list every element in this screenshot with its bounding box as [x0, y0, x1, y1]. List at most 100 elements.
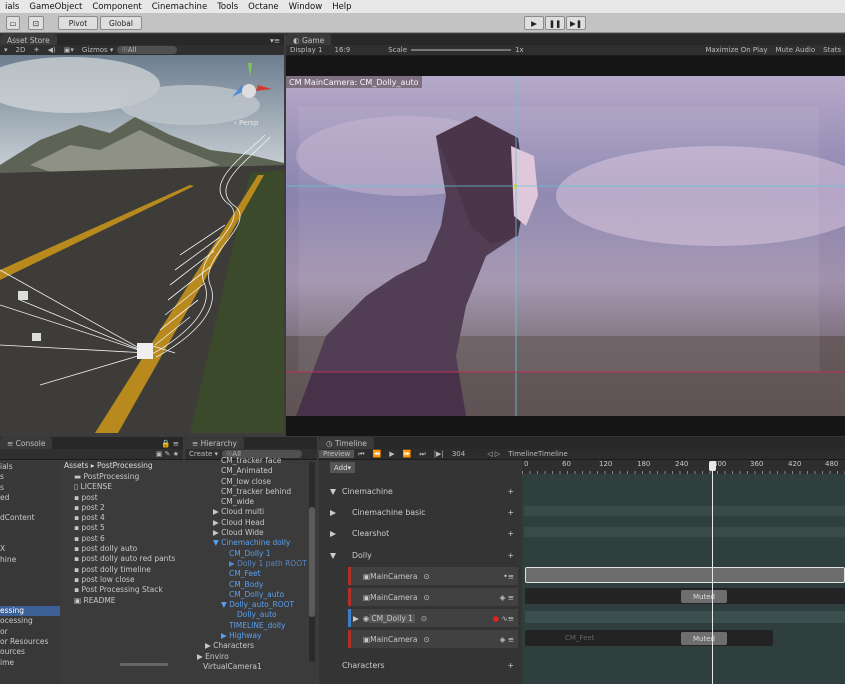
- tab-hierarchy[interactable]: ≡ Hierarchy: [185, 437, 244, 449]
- gizmos-dropdown[interactable]: Gizmos ▾: [78, 46, 118, 54]
- menu-item-cinemachine[interactable]: Cinemachine: [147, 2, 212, 12]
- menu-item-help[interactable]: Help: [327, 2, 356, 12]
- mute-icon[interactable]: ◈ ≡: [500, 635, 518, 644]
- folder-item[interactable]: dContent: [0, 513, 60, 523]
- hierarchy-item[interactable]: CM_Feet: [195, 569, 313, 579]
- expand-arrow-icon[interactable]: ▶: [353, 614, 359, 623]
- hierarchy-item[interactable]: ▶ Cloud multi: [195, 507, 313, 517]
- folder-item[interactable]: hine: [0, 555, 60, 565]
- collapse-arrow-icon[interactable]: ▼: [330, 487, 342, 496]
- asset-item[interactable]: ▪ post 4: [74, 513, 182, 523]
- hierarchy-item[interactable]: ▶ Enviro: [195, 652, 313, 662]
- lighting-icon[interactable]: ☀: [29, 46, 43, 54]
- aspect-dropdown[interactable]: 16:9: [330, 46, 354, 54]
- menu-item-component[interactable]: Component: [87, 2, 146, 12]
- hierarchy-item[interactable]: Dolly_auto: [195, 610, 313, 620]
- hierarchy-item[interactable]: CM_Body: [195, 580, 313, 590]
- folder-item-selected[interactable]: essing: [0, 606, 60, 617]
- folder-item[interactable]: [0, 534, 60, 544]
- add-track-button[interactable]: Add▾: [330, 462, 356, 473]
- track-group-dolly[interactable]: ▼ Dolly +: [330, 545, 518, 566]
- hierarchy-item[interactable]: CM_wide: [195, 497, 313, 507]
- hierarchy-item[interactable]: ▶ Highway: [195, 631, 313, 641]
- hierarchy-item[interactable]: CM_tracker face: [195, 456, 313, 466]
- hierarchy-item[interactable]: CM_tracker behind: [195, 487, 313, 497]
- display-dropdown[interactable]: Display 1: [286, 46, 326, 54]
- folder-item[interactable]: ed: [0, 493, 60, 503]
- icon-size-slider[interactable]: [120, 663, 168, 666]
- prev-frame-icon[interactable]: ⏪: [369, 450, 386, 458]
- folder-item[interactable]: [0, 565, 60, 575]
- track-cm-dolly[interactable]: ▶ ◉ CM_Dolly 1 ⊙ ● ∿≡: [348, 609, 518, 627]
- add-icon[interactable]: +: [507, 529, 518, 538]
- expand-arrow-icon[interactable]: ▶: [330, 508, 352, 517]
- collapse-arrow-icon[interactable]: ▼: [330, 551, 352, 560]
- panel-menu-icon[interactable]: ▾≡: [270, 36, 284, 45]
- hierarchy-item[interactable]: ▶ Characters: [195, 641, 313, 651]
- folder-item[interactable]: X: [0, 544, 60, 554]
- maximize-on-play-toggle[interactable]: Maximize On Play: [701, 46, 771, 54]
- track-maincamera-3[interactable]: ▣ MainCamera ⊙ ◈ ≡: [348, 630, 518, 648]
- persp-label[interactable]: ‹ Persp: [234, 119, 259, 127]
- animation-clip[interactable]: [525, 611, 845, 623]
- scene-shading-dropdown[interactable]: ▾: [0, 46, 12, 54]
- record-icon[interactable]: ● ∿≡: [493, 614, 519, 623]
- menu-item-tools[interactable]: Tools: [212, 2, 243, 12]
- mute-icon[interactable]: ◈ ≡: [500, 593, 518, 602]
- target-icon[interactable]: ⊙: [423, 635, 429, 644]
- first-frame-icon[interactable]: ⏮: [354, 450, 368, 459]
- scene-view[interactable]: ‹ Persp: [0, 55, 284, 433]
- folder-item[interactable]: [0, 575, 60, 585]
- camera-gizmo-icon[interactable]: [18, 291, 28, 300]
- next-frame-icon[interactable]: ⏩: [399, 450, 416, 458]
- camera-gizmo-icon[interactable]: [137, 343, 153, 359]
- toggle-2d[interactable]: 2D: [12, 46, 30, 54]
- asset-item[interactable]: ▪ post 2: [74, 503, 182, 513]
- project-breadcrumb[interactable]: Assets ▸ PostProcessing: [64, 461, 153, 470]
- track-group-clearshot[interactable]: ▶ Clearshot +: [330, 523, 518, 544]
- menu-item-octane[interactable]: Octane: [243, 2, 284, 12]
- asset-item[interactable]: ▪ post low close: [74, 575, 182, 585]
- audio-icon[interactable]: ◀): [44, 46, 60, 54]
- hierarchy-item[interactable]: ▶ Dolly 1 path ROOT: [195, 559, 313, 569]
- track-maincamera-1[interactable]: ▣ MainCamera ⊙ •≡: [348, 567, 518, 585]
- menu-item-gameobject[interactable]: GameObject: [24, 2, 87, 12]
- track-menu-icon[interactable]: •≡: [503, 572, 518, 581]
- folder-item[interactable]: [0, 596, 60, 606]
- hierarchy-item[interactable]: ▼ Cinemachine dolly: [195, 538, 313, 548]
- play-button[interactable]: ▶: [524, 16, 544, 30]
- last-frame-icon[interactable]: ⏭: [415, 450, 429, 459]
- target-icon[interactable]: ⊙: [423, 593, 429, 602]
- menu-item-tutorials[interactable]: ials: [0, 2, 24, 12]
- preview-toggle[interactable]: Preview: [319, 450, 355, 458]
- hierarchy-item[interactable]: ▼ Dolly_auto_ROOT: [195, 600, 313, 610]
- scene-search-input[interactable]: ☉All: [117, 46, 178, 54]
- hierarchy-item[interactable]: CM_Dolly 1: [195, 549, 313, 559]
- mute-audio-toggle[interactable]: Mute Audio: [771, 46, 819, 54]
- timeline-play-icon[interactable]: ▶: [385, 450, 398, 458]
- folder-item[interactable]: s: [0, 483, 60, 493]
- global-toggle[interactable]: Global: [100, 16, 142, 30]
- track-maincamera-2[interactable]: ▣ MainCamera ⊙ ◈ ≡: [348, 588, 518, 606]
- tab-timeline[interactable]: ◷ Timeline: [319, 437, 374, 449]
- panel-menu-icon[interactable]: 🔒 ≡: [161, 439, 183, 448]
- camera-gizmo-icon[interactable]: [32, 333, 41, 341]
- step-button[interactable]: ▶❚: [566, 16, 586, 30]
- asset-item[interactable]: ▪ post: [74, 493, 182, 503]
- scale-slider[interactable]: [411, 49, 512, 51]
- playhead-handle[interactable]: [709, 461, 716, 471]
- track-group-characters[interactable]: Characters +: [330, 655, 518, 676]
- asset-item[interactable]: ▣ README: [74, 596, 182, 606]
- hierarchy-item[interactable]: ▶ Cloud Wide: [195, 528, 313, 538]
- asset-item[interactable]: ▪ post dolly auto red pants: [74, 554, 182, 564]
- menu-item-window[interactable]: Window: [284, 2, 328, 12]
- folder-item[interactable]: [0, 503, 60, 513]
- folder-item[interactable]: [0, 524, 60, 534]
- asset-item[interactable]: ▪ Post Processing Stack: [74, 585, 182, 595]
- target-icon[interactable]: ⊙: [423, 572, 429, 581]
- asset-item[interactable]: ▪ post dolly auto: [74, 544, 182, 554]
- camera-clip-selected[interactable]: [525, 567, 845, 583]
- camera-clip-feet[interactable]: CM_Feet: [525, 630, 773, 646]
- folder-item[interactable]: or Resources: [0, 637, 60, 647]
- folder-item[interactable]: ources: [0, 647, 60, 657]
